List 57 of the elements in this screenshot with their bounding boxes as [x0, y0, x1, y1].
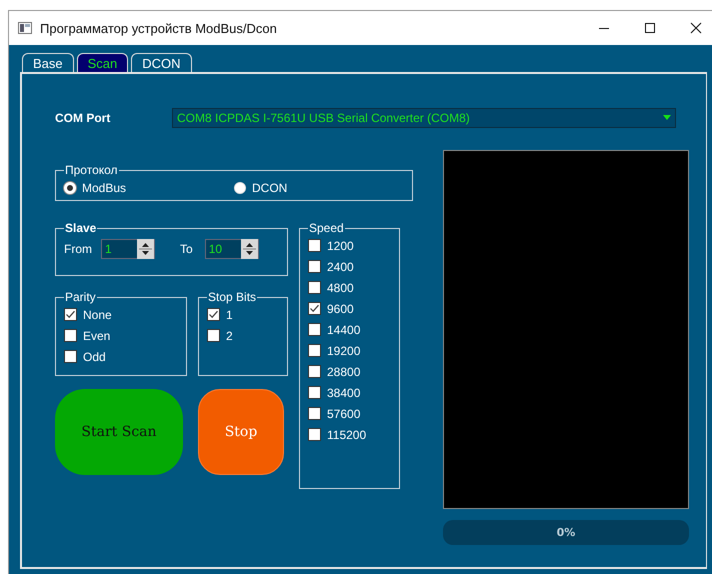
from-spinbox[interactable]: 1 [101, 239, 155, 259]
checkbox[interactable] [308, 344, 321, 357]
checkbox[interactable] [308, 323, 321, 336]
tab[interactable]: Scan [76, 53, 128, 72]
to-spinbox[interactable]: 10 [204, 239, 259, 259]
checkbox-label: 2 [226, 328, 233, 342]
group-title: Speed [308, 221, 345, 235]
group-title: Parity [64, 290, 97, 304]
checkbox[interactable] [64, 329, 77, 342]
to-label: To [180, 242, 193, 256]
checkbox-label: Even [83, 328, 110, 342]
checkbox-label: 2400 [327, 260, 354, 274]
checkbox-label: 28800 [327, 364, 360, 378]
spin-arrows-icon[interactable] [240, 239, 258, 259]
checkbox[interactable] [308, 428, 321, 441]
checkbox-label: 57600 [327, 406, 360, 420]
checkbox[interactable] [308, 239, 321, 252]
checkbox-label: Odd [83, 350, 106, 364]
checkbox[interactable] [308, 302, 321, 315]
start-scan-button[interactable]: Start Scan [55, 389, 183, 475]
group-title: Протокол [64, 163, 119, 177]
checkbox-label: 1200 [327, 238, 354, 252]
checkbox[interactable] [308, 260, 321, 273]
radio-button[interactable] [234, 182, 246, 194]
checkbox[interactable] [308, 386, 321, 399]
com-port-dropdown[interactable]: COM8 ICPDAS I-7561U USB Serial Converter (COM8) [172, 108, 676, 128]
checkbox[interactable] [308, 281, 321, 294]
spin-arrows-icon[interactable] [137, 239, 154, 259]
radio-label: DCON [252, 180, 288, 194]
tab[interactable]: Base [22, 53, 74, 72]
group-title: Slave [64, 221, 98, 235]
checkbox-label: None [83, 308, 112, 322]
checkbox-label: 9600 [327, 302, 354, 316]
checkbox[interactable] [308, 365, 321, 378]
checkbox[interactable] [207, 308, 220, 321]
tab[interactable]: DCON [131, 53, 192, 72]
checkbox[interactable] [64, 308, 77, 321]
com-port-label: COM Port [55, 111, 112, 125]
checkbox-label: 1 [226, 308, 233, 322]
checkbox-label: 19200 [327, 344, 360, 358]
checkbox[interactable] [64, 350, 77, 363]
group-title: Stop Bits [207, 290, 258, 304]
checkbox-label: 38400 [327, 386, 360, 400]
radio-label: ModBus [82, 180, 126, 194]
checkbox[interactable] [308, 407, 321, 420]
stop-button[interactable]: Stop [198, 389, 284, 475]
progress-text: 0% [556, 526, 576, 539]
checkbox[interactable] [207, 329, 220, 342]
window-title: Программатор устройств ModBus/Dcon [40, 20, 277, 36]
dropdown-arrow-icon [663, 115, 671, 121]
from-label: From [64, 242, 92, 256]
checkbox-label: 115200 [327, 428, 366, 442]
maximize-icon[interactable] [644, 22, 656, 34]
close-icon[interactable] [690, 22, 702, 34]
app-icon [18, 22, 32, 34]
checkbox-label: 4800 [327, 280, 354, 294]
checkbox-label: 14400 [327, 322, 360, 336]
